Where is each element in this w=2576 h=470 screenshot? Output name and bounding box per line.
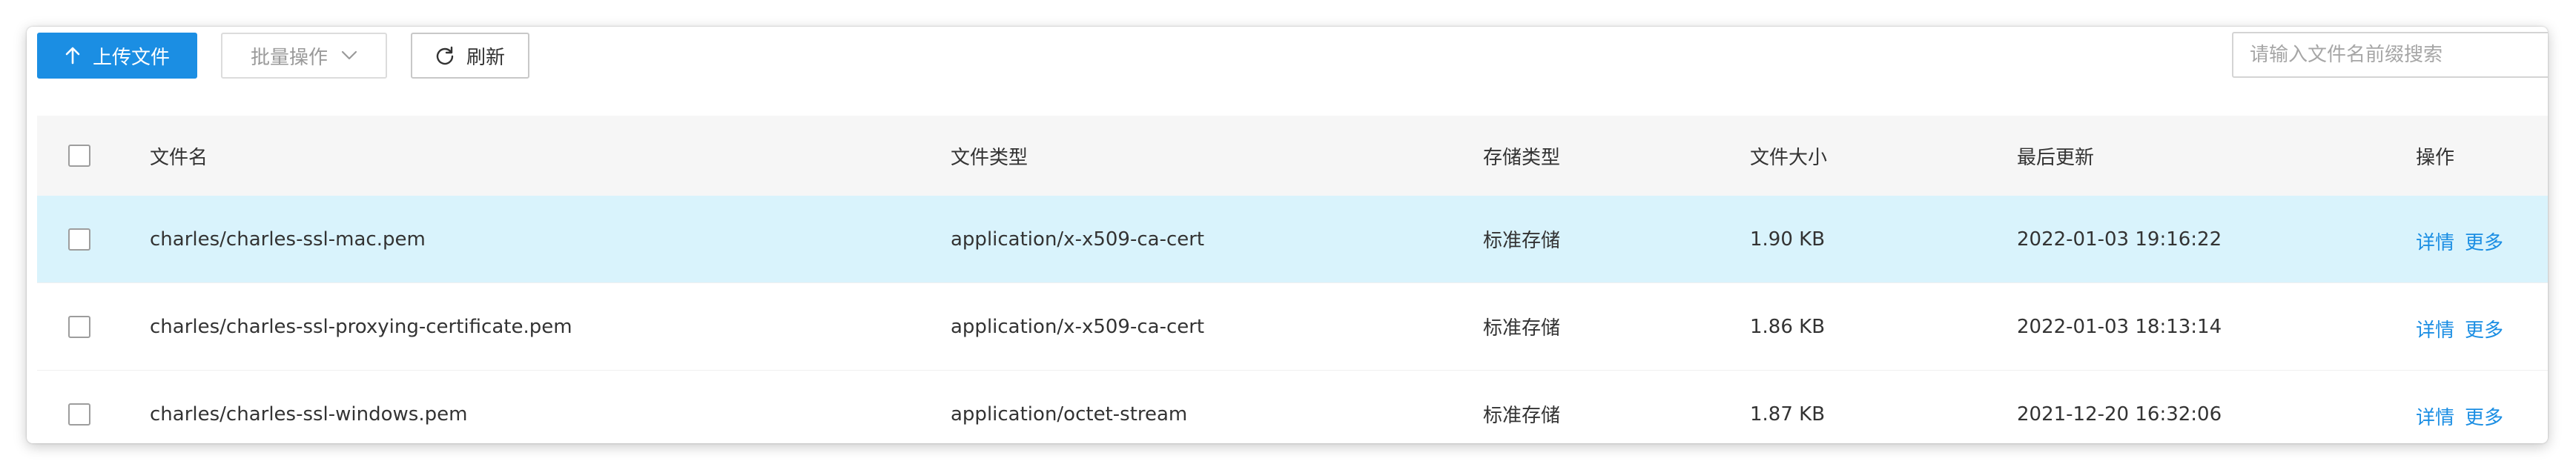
batch-operation-label: 批量操作 bbox=[250, 46, 328, 69]
more-link[interactable]: 更多 bbox=[2465, 315, 2503, 342]
chevron-down-icon bbox=[341, 50, 357, 60]
refresh-button[interactable]: 刷新 bbox=[411, 33, 529, 79]
header-type[interactable]: 文件类型 bbox=[951, 116, 1028, 196]
table-row[interactable]: charles/charles-ssl-windows.pem applicat… bbox=[37, 371, 2548, 443]
header-updated[interactable]: 最后更新 bbox=[2017, 116, 2094, 196]
batch-operation-dropdown[interactable]: 批量操作 bbox=[221, 33, 387, 79]
storage-type: 标准存储 bbox=[1483, 405, 1561, 427]
select-all-checkbox[interactable] bbox=[68, 145, 90, 167]
detail-link[interactable]: 详情 bbox=[2416, 403, 2454, 430]
file-table: 文件名 文件类型 存储类型 文件大小 最后更新 操作 charles/charl… bbox=[37, 116, 2548, 443]
table-row[interactable]: charles/charles-ssl-mac.pem application/… bbox=[37, 196, 2548, 283]
toolbar: 上传文件 批量操作 刷新 bbox=[27, 27, 2548, 116]
more-link[interactable]: 更多 bbox=[2465, 403, 2503, 430]
file-browser-panel: 上传文件 批量操作 刷新 文件名 文件类型 存储类型 文件大小 最后更新 操作 bbox=[27, 27, 2548, 443]
header-size[interactable]: 文件大小 bbox=[1750, 116, 1827, 196]
last-updated: 2021-12-20 16:32:06 bbox=[2017, 403, 2222, 426]
header-storage[interactable]: 存储类型 bbox=[1483, 116, 1560, 196]
upload-button[interactable]: 上传文件 bbox=[37, 33, 197, 79]
file-name: charles/charles-ssl-proxying-certificate… bbox=[150, 315, 572, 338]
refresh-button-label: 刷新 bbox=[466, 46, 505, 69]
file-size: 1.90 KB bbox=[1750, 228, 1826, 251]
table-header: 文件名 文件类型 存储类型 文件大小 最后更新 操作 bbox=[37, 116, 2548, 196]
header-actions: 操作 bbox=[2416, 146, 2455, 169]
detail-link[interactable]: 详情 bbox=[2416, 315, 2454, 342]
file-name: charles/charles-ssl-windows.pem bbox=[150, 403, 468, 426]
storage-type: 标准存储 bbox=[1483, 230, 1561, 252]
storage-type: 标准存储 bbox=[1483, 317, 1561, 340]
row-actions: 详情 更多 bbox=[2416, 371, 2503, 443]
upload-button-label: 上传文件 bbox=[92, 46, 170, 69]
file-size: 1.87 KB bbox=[1750, 403, 1826, 426]
more-link[interactable]: 更多 bbox=[2465, 228, 2503, 255]
search-input[interactable] bbox=[2232, 32, 2548, 78]
detail-link[interactable]: 详情 bbox=[2416, 228, 2454, 255]
file-type: application/x-x509-ca-cert bbox=[951, 228, 1205, 251]
row-checkbox[interactable] bbox=[68, 315, 90, 338]
row-actions: 详情 更多 bbox=[2416, 196, 2503, 282]
row-actions: 详情 更多 bbox=[2416, 283, 2503, 370]
refresh-icon bbox=[436, 46, 454, 65]
table-row[interactable]: charles/charles-ssl-proxying-certificate… bbox=[37, 283, 2548, 371]
file-type: application/octet-stream bbox=[951, 403, 1188, 426]
arrow-up-icon bbox=[65, 47, 80, 64]
file-name: charles/charles-ssl-mac.pem bbox=[150, 228, 426, 251]
header-name[interactable]: 文件名 bbox=[150, 116, 208, 196]
last-updated: 2022-01-03 18:13:14 bbox=[2017, 315, 2222, 338]
row-checkbox[interactable] bbox=[68, 403, 90, 426]
last-updated: 2022-01-03 19:16:22 bbox=[2017, 228, 2222, 251]
file-size: 1.86 KB bbox=[1750, 315, 1826, 338]
row-checkbox[interactable] bbox=[68, 228, 90, 251]
file-type: application/x-x509-ca-cert bbox=[951, 315, 1205, 338]
